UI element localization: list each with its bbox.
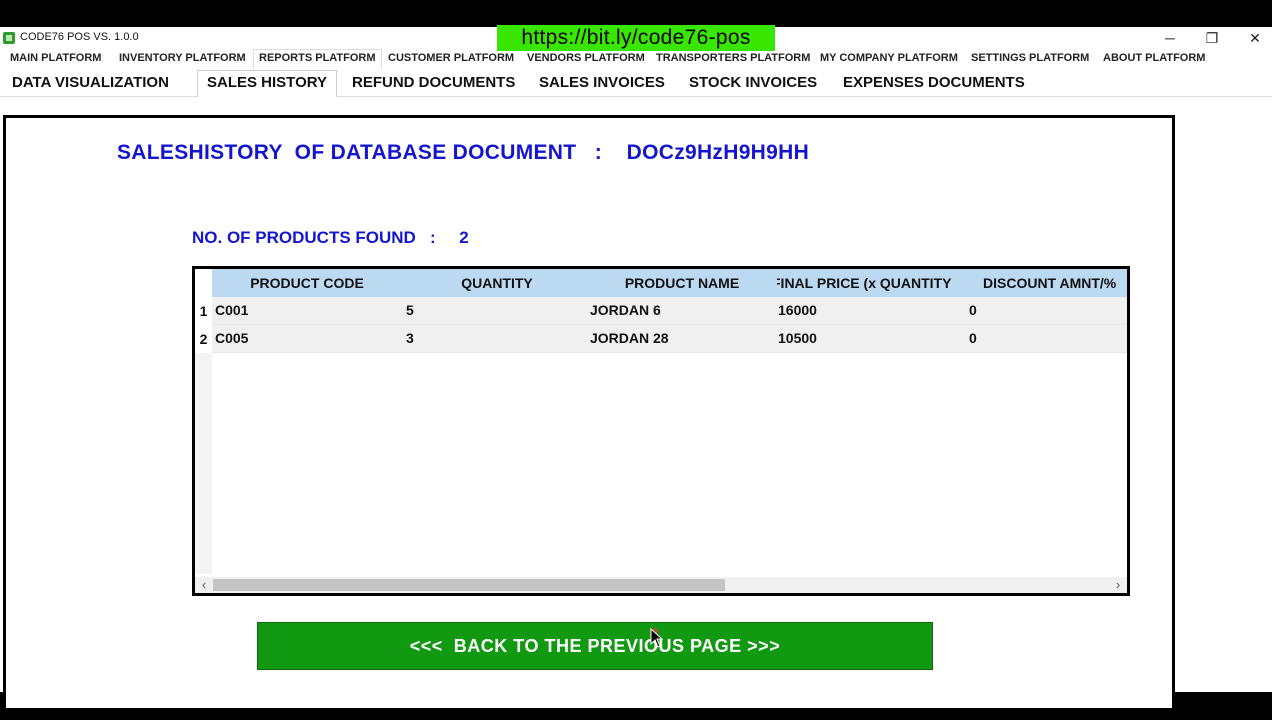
grid-header: PRODUCT CODE QUANTITY PRODUCT NAME FINAL… (212, 269, 1127, 297)
sales-grid[interactable]: PRODUCT CODE QUANTITY PRODUCT NAME FINAL… (192, 266, 1130, 596)
cell-quantity[interactable]: 5 (406, 297, 414, 324)
page-title: SALESHISTORY OF DATABASE DOCUMENT : DOCz… (117, 141, 810, 164)
url-banner: https://bit.ly/code76-pos (497, 25, 775, 51)
sales-history-panel: SALESHISTORY OF DATABASE DOCUMENT : DOCz… (3, 115, 1175, 708)
close-button[interactable]: ✕ (1240, 27, 1270, 49)
tab-data-visualization[interactable]: DATA VISUALIZATION (12, 74, 169, 91)
tab-expenses-documents[interactable]: EXPENSES DOCUMENTS (843, 74, 1025, 91)
back-to-previous-page-button[interactable]: <<< BACK TO THE PREVIOUS PAGE >>> (257, 622, 933, 670)
cell-discount[interactable]: 0 (969, 297, 977, 324)
minimize-button[interactable]: ─ (1155, 27, 1185, 49)
scrollbar-thumb[interactable] (213, 579, 725, 591)
products-found: NO. OF PRODUCTS FOUND : 2 (192, 228, 469, 248)
tab-my-company-platform[interactable]: MY COMPANY PLATFORM (820, 52, 958, 64)
title-bar: CODE76 POS VS. 1.0.0 https://bit.ly/code… (0, 25, 1272, 51)
row-number: 2 (195, 325, 212, 353)
app-window: CODE76 POS VS. 1.0.0 https://bit.ly/code… (0, 25, 1272, 708)
scroll-right-icon[interactable]: › (1111, 577, 1125, 593)
report-tabs: DATA VISUALIZATION SALES HISTORY REFUND … (0, 70, 1272, 97)
column-header-product-name[interactable]: PRODUCT NAME (587, 269, 777, 297)
cell-final-price[interactable]: 16000 (778, 297, 817, 324)
tab-customer-platform[interactable]: CUSTOMER PLATFORM (388, 52, 514, 64)
tab-refund-documents[interactable]: REFUND DOCUMENTS (352, 74, 515, 91)
cell-product-code[interactable]: C005 (215, 325, 248, 352)
app-title: CODE76 POS VS. 1.0.0 (20, 31, 139, 43)
cell-product-name[interactable]: JORDAN 28 (590, 325, 669, 352)
tab-sales-history[interactable]: SALES HISTORY (197, 70, 338, 97)
scroll-left-icon[interactable]: ‹ (197, 577, 211, 593)
grid-corner (195, 269, 212, 297)
cell-discount[interactable]: 0 (969, 325, 977, 352)
tab-sales-invoices[interactable]: SALES INVOICES (539, 74, 665, 91)
app-icon (3, 32, 15, 44)
cell-quantity[interactable]: 3 (406, 325, 414, 352)
column-header-product-code[interactable]: PRODUCT CODE (212, 269, 402, 297)
products-found-label: NO. OF PRODUCTS FOUND : (192, 228, 436, 247)
tab-settings-platform[interactable]: SETTINGS PLATFORM (971, 52, 1089, 64)
products-found-count: 2 (459, 228, 469, 247)
restore-button[interactable]: ❐ (1197, 27, 1227, 49)
cell-final-price[interactable]: 10500 (778, 325, 817, 352)
column-header-quantity[interactable]: QUANTITY (402, 269, 592, 297)
table-row[interactable]: C001 5 JORDAN 6 16000 0 (212, 297, 1127, 325)
horizontal-scrollbar[interactable]: ‹ › (195, 577, 1127, 593)
column-header-final-price[interactable]: FINAL PRICE (x QUANTITY (777, 269, 957, 297)
tab-inventory-platform[interactable]: INVENTORY PLATFORM (119, 52, 246, 64)
tab-about-platform[interactable]: ABOUT PLATFORM (1103, 52, 1205, 64)
tab-transporters-platform[interactable]: TRANSPORTERS PLATFORM (656, 52, 810, 64)
platform-tabs: MAIN PLATFORM INVENTORY PLATFORM REPORTS… (0, 49, 1272, 69)
tab-main-platform[interactable]: MAIN PLATFORM (10, 52, 101, 64)
column-header-discount[interactable]: DISCOUNT AMNT/% (983, 269, 1127, 297)
row-header-gutter (195, 353, 212, 574)
cell-product-code[interactable]: C001 (215, 297, 248, 324)
row-number: 1 (195, 297, 212, 325)
tab-reports-platform[interactable]: REPORTS PLATFORM (253, 49, 382, 69)
tab-stock-invoices[interactable]: STOCK INVOICES (689, 74, 817, 91)
tab-vendors-platform[interactable]: VENDORS PLATFORM (527, 52, 645, 64)
table-row[interactable]: C005 3 JORDAN 28 10500 0 (212, 325, 1127, 353)
cell-product-name[interactable]: JORDAN 6 (590, 297, 661, 324)
